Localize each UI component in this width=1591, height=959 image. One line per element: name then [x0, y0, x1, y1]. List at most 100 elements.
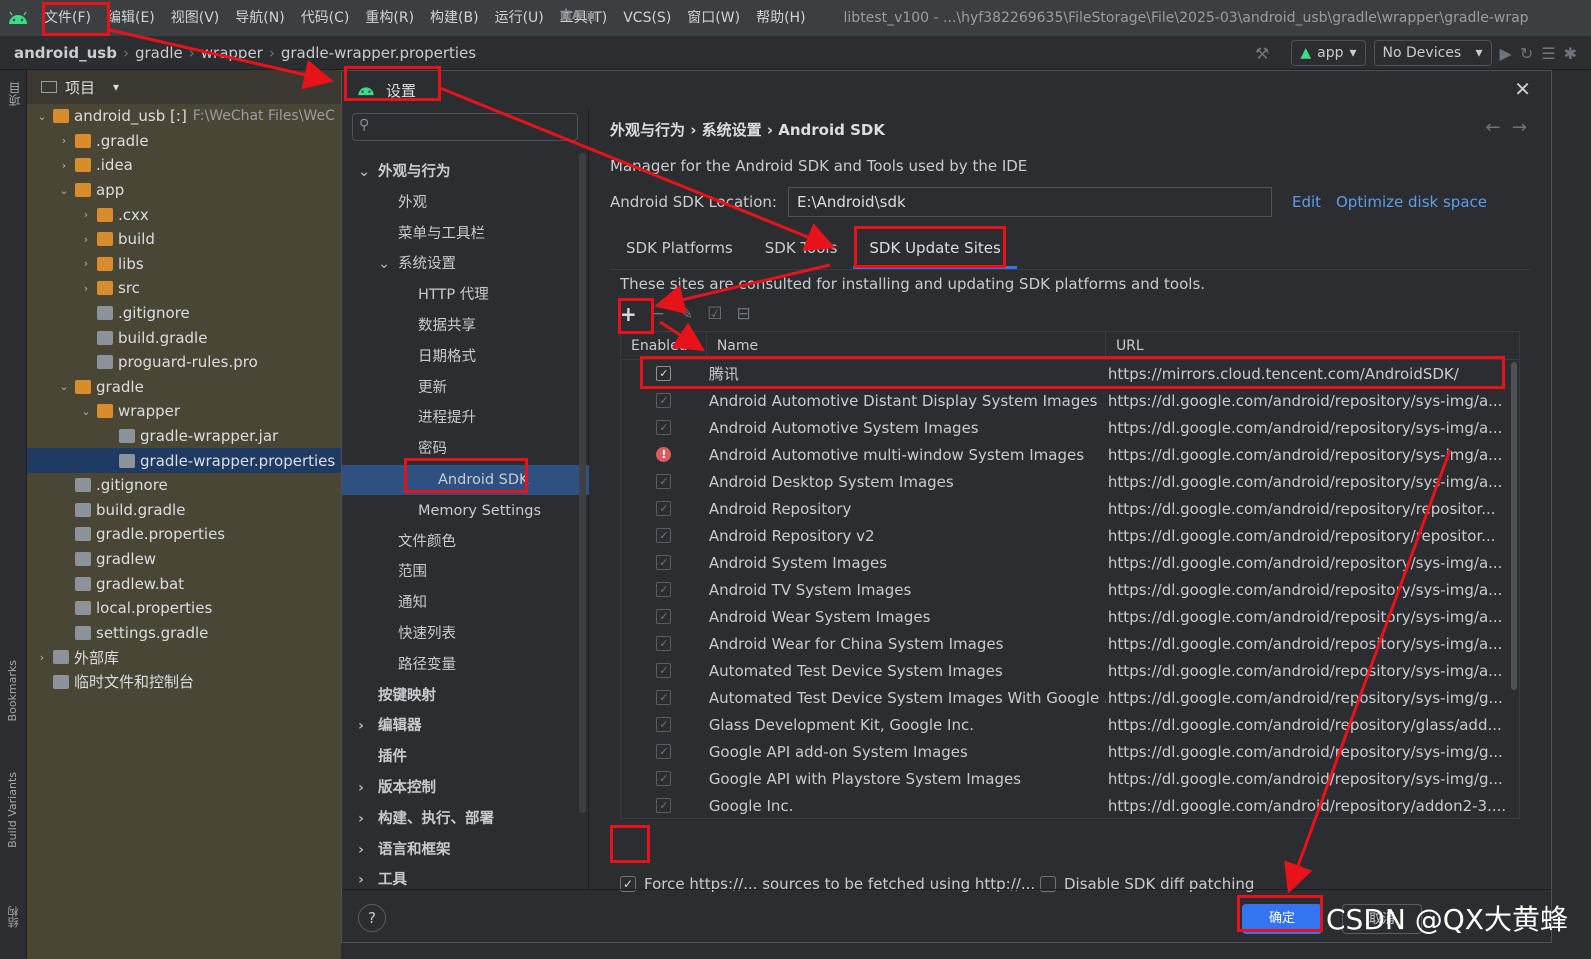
expand-arrow-icon[interactable]: › — [79, 233, 93, 246]
menu-item-5[interactable]: 重构(R) — [357, 0, 422, 36]
enabled-cell[interactable]: ✓ — [621, 555, 707, 570]
project-tree-item[interactable]: ⌄ android_usb [:] F:\WeChat Files\WeC — [27, 104, 341, 129]
enabled-checkbox[interactable]: ✓ — [656, 420, 672, 435]
project-tree-item[interactable]: gradle.properties — [27, 522, 341, 547]
expand-arrow-icon[interactable]: › — [358, 804, 378, 834]
enabled-checkbox[interactable]: ✓ — [656, 663, 672, 678]
uncheck-all-icon[interactable]: ⊟ — [737, 304, 751, 324]
enabled-checkbox[interactable]: ✓ — [656, 501, 672, 516]
enabled-cell[interactable]: ✓ — [621, 636, 707, 651]
project-tree-item[interactable]: .gitignore — [27, 301, 341, 326]
enabled-cell[interactable]: ✓ — [621, 393, 707, 408]
hammer-icon[interactable]: ⚒ — [1255, 44, 1269, 63]
project-tree-item[interactable]: gradlew.bat — [27, 571, 341, 596]
project-tree-item[interactable]: ⌄ gradle — [27, 375, 341, 400]
table-row[interactable]: ! Android Automotive multi-window System … — [621, 441, 1519, 468]
settings-nav-item[interactable]: 按键映射 — [358, 681, 436, 711]
settings-nav-item[interactable]: 菜单与工具栏 — [378, 219, 485, 249]
settings-nav-item[interactable]: 快速列表 — [378, 619, 456, 649]
project-tree-item[interactable]: settings.gradle — [27, 620, 341, 645]
settings-nav-item[interactable]: 范围 ▣ — [378, 8, 571, 587]
chevron-down-icon[interactable]: ▾ — [113, 80, 119, 94]
enabled-checkbox[interactable]: ✓ — [656, 393, 672, 408]
build-variants-tool-label[interactable]: Build Variants — [6, 772, 19, 848]
rerun-icon[interactable]: ↻ — [1520, 44, 1533, 63]
table-row[interactable]: ✓ Android Automotive System Images https:/… — [621, 414, 1519, 441]
project-tool-label[interactable]: 项目 — [6, 82, 23, 106]
project-tree-item[interactable]: build.gradle — [27, 325, 341, 350]
expand-arrow-icon[interactable]: › — [57, 134, 71, 147]
breadcrumb-wrapper[interactable]: wrapper — [195, 44, 269, 62]
enabled-checkbox[interactable]: ✓ — [656, 474, 672, 489]
project-tree-item[interactable]: › .cxx — [27, 202, 341, 227]
settings-nav-item[interactable]: ⌄ 系统设置 — [378, 249, 456, 279]
expand-arrow-icon[interactable]: ⌄ — [57, 184, 71, 197]
enabled-cell[interactable]: ✓ — [621, 528, 707, 543]
project-tree-item[interactable]: gradle-wrapper.jar — [27, 424, 341, 449]
error-icon[interactable]: ! — [656, 447, 672, 462]
table-row[interactable]: ✓ Android Desktop System Images https://dl… — [621, 468, 1519, 495]
table-row[interactable]: ✓ Google API with Playstore System Images… — [621, 765, 1519, 792]
table-row[interactable]: ✓ Automated Test Device System Images http… — [621, 657, 1519, 684]
table-row[interactable]: ✓ Glass Development Kit, Google Inc. https… — [621, 711, 1519, 738]
expand-arrow-icon[interactable]: › — [79, 208, 93, 221]
settings-nav-item[interactable]: › 版本控制 ▣ — [358, 8, 571, 803]
settings-nav-item[interactable]: 外观 — [378, 188, 427, 218]
settings-nav-item[interactable]: HTTP 代理 — [398, 280, 489, 310]
settings-nav-item[interactable]: 数据共享 — [398, 311, 476, 341]
enabled-cell[interactable]: ! — [621, 447, 707, 462]
sdk-location-field[interactable]: E:\Android\sdk — [788, 187, 1272, 217]
enabled-checkbox[interactable]: ✓ — [656, 609, 672, 624]
enabled-cell[interactable]: ✓ — [621, 501, 707, 516]
enabled-checkbox[interactable]: ✓ — [656, 528, 672, 543]
table-scrollbar[interactable] — [1511, 362, 1517, 690]
table-row[interactable]: ✓ Android Automotive Distant Display Syst… — [621, 387, 1519, 414]
expand-arrow-icon[interactable]: › — [35, 651, 49, 664]
enabled-checkbox[interactable]: ✓ — [656, 771, 672, 786]
project-tree-item[interactable]: .gitignore — [27, 473, 341, 498]
enabled-checkbox[interactable]: ✓ — [656, 636, 672, 651]
project-tree-item[interactable]: › src — [27, 276, 341, 301]
expand-arrow-icon[interactable]: ⌄ — [358, 157, 378, 187]
edit-link[interactable]: Edit — [1292, 193, 1321, 211]
settings-nav-item[interactable]: 插件 文A ▣ — [358, 8, 597, 772]
project-tree-item[interactable]: › .idea — [27, 153, 341, 178]
project-tree-item[interactable]: 临时文件和控制台 — [27, 670, 341, 695]
enabled-checkbox[interactable]: ✓ — [656, 690, 672, 705]
table-row[interactable]: ✓ Android Wear for China System Images htt… — [621, 630, 1519, 657]
table-row[interactable]: ✓ Android Repository https://dl.google.com… — [621, 495, 1519, 522]
run-icon[interactable]: ▶ — [1500, 44, 1512, 63]
column-enabled[interactable]: Enabled — [621, 332, 707, 359]
expand-arrow-icon[interactable]: ⌄ — [35, 110, 49, 123]
help-button[interactable]: ? — [358, 904, 386, 932]
project-tree-item[interactable]: gradlew — [27, 547, 341, 572]
settings-scrollbar[interactable] — [579, 153, 586, 813]
expand-arrow-icon[interactable]: › — [79, 257, 93, 270]
settings-nav-item[interactable]: 通知 — [378, 588, 427, 618]
settings-nav-item[interactable]: Memory Settings — [398, 496, 541, 526]
back-arrow-icon[interactable]: ← — [1485, 117, 1500, 138]
settings-nav-item[interactable]: › 语言和框架 — [358, 835, 451, 865]
settings-nav-item[interactable]: 文件颜色 ▣ — [378, 8, 571, 557]
enabled-cell[interactable]: ✓ — [621, 663, 707, 678]
settings-nav-item[interactable]: ⌄ 外观与行为 — [358, 157, 451, 187]
table-row[interactable]: ✓ Automated Test Device System Images Wit… — [621, 684, 1519, 711]
menu-item-7[interactable]: 运行(U) — [487, 0, 552, 36]
settings-nav-item[interactable]: 更新 — [398, 373, 447, 403]
enabled-cell[interactable]: ✓ — [621, 420, 707, 435]
check-all-icon[interactable]: ☑ — [707, 304, 722, 324]
enabled-cell[interactable]: ✓ — [621, 744, 707, 759]
settings-nav-item[interactable]: 日期格式 — [398, 342, 476, 372]
project-tree-item[interactable]: › libs — [27, 252, 341, 277]
expand-arrow-icon[interactable]: › — [358, 711, 378, 741]
close-icon[interactable]: ✕ — [1514, 77, 1531, 101]
project-tree-item[interactable]: proguard-rules.pro — [27, 350, 341, 375]
optimize-disk-link[interactable]: Optimize disk space — [1336, 193, 1487, 211]
table-row[interactable]: ✓ Google Inc. https://dl.google.com/androi… — [621, 792, 1519, 818]
expand-arrow-icon[interactable]: › — [57, 159, 71, 172]
column-name[interactable]: Name — [707, 332, 1106, 359]
enabled-cell[interactable]: ✓ — [621, 771, 707, 786]
project-panel-title[interactable]: 项目 — [65, 77, 95, 98]
project-tree-item[interactable]: gradle-wrapper.properties — [27, 448, 341, 473]
list-icon[interactable]: ☰ — [1541, 44, 1555, 63]
